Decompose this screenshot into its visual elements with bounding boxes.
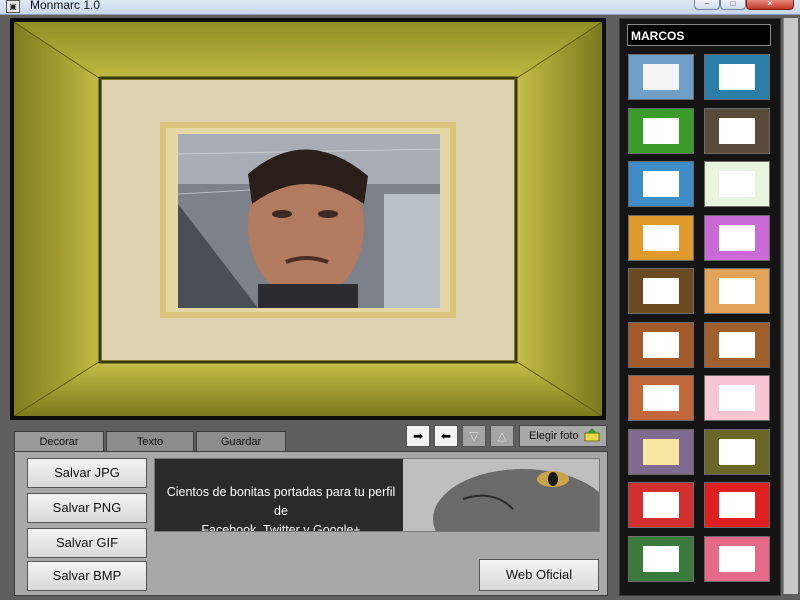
maximize-icon: □ bbox=[730, 0, 736, 8]
frame-thumbnail-photo-area bbox=[643, 278, 679, 304]
tab-texto[interactable]: Texto bbox=[106, 431, 194, 452]
frame-thumbnail-dark-wood[interactable] bbox=[704, 107, 770, 154]
frame-thumbnail-gold-ornate[interactable] bbox=[628, 268, 694, 314]
frame-thumbnail-photo-area bbox=[643, 171, 679, 197]
move-right-button[interactable]: ➡ bbox=[406, 425, 430, 447]
title-bar: ▣ Monmarc 1.0 – □ ✕ bbox=[0, 0, 800, 15]
frame-thumbnail-hearts[interactable] bbox=[704, 375, 770, 421]
arrow-left-icon: ⬅ bbox=[440, 429, 452, 443]
save-jpg-button[interactable]: Salvar JPG bbox=[27, 458, 147, 488]
frame-thumbnail-photo-area bbox=[719, 385, 755, 411]
frame-thumbnail-green-leaves[interactable] bbox=[704, 161, 770, 207]
sidebar-title: MARCOS bbox=[627, 24, 771, 46]
arrow-right-icon: ➡ bbox=[412, 429, 424, 443]
choose-photo-label: Elegir foto bbox=[529, 430, 579, 442]
minimize-button[interactable]: – bbox=[694, 0, 720, 10]
frame-thumbnail-photo-area bbox=[643, 438, 679, 465]
frame-thumbnail-photo-area bbox=[719, 64, 755, 90]
frames-sidebar: MARCOS bbox=[619, 18, 781, 596]
frame-thumbnail-brown-wood[interactable] bbox=[704, 321, 770, 368]
cat-photo bbox=[403, 459, 599, 531]
frame-thumbnail-olive-gold[interactable] bbox=[704, 428, 770, 475]
maximize-button[interactable]: □ bbox=[720, 0, 746, 10]
save-png-button[interactable]: Salvar PNG bbox=[27, 493, 147, 523]
app-icon: ▣ bbox=[6, 0, 20, 13]
frame-thumbnail-oval-wreath[interactable] bbox=[628, 54, 694, 100]
move-up-button[interactable]: △ bbox=[490, 425, 514, 447]
banner-line-2: Facebook, Twitter y Google+ bbox=[201, 523, 361, 532]
frame-thumbnail-orange[interactable] bbox=[628, 214, 694, 261]
frame-thumbnail-photo-area bbox=[719, 331, 755, 358]
vertical-scrollbar[interactable] bbox=[783, 18, 798, 594]
frame-thumbnail-photo-area bbox=[643, 545, 679, 572]
save-panel: Salvar JPG Salvar PNG Salvar GIF Salvar … bbox=[14, 451, 608, 596]
upload-photo-icon bbox=[584, 428, 600, 442]
frame-thumbnail-vintage-paper[interactable] bbox=[628, 375, 694, 421]
minimize-icon: – bbox=[704, 0, 710, 8]
frame-thumbnail-photo-area bbox=[719, 438, 755, 465]
choose-photo-button[interactable]: Elegir foto bbox=[519, 425, 607, 447]
promo-banner[interactable]: Cientos de bonitas portadas para tu perf… bbox=[154, 458, 600, 532]
frame-thumbnail-photo-area bbox=[643, 385, 679, 411]
frame-thumbnail-photo-area bbox=[643, 117, 679, 144]
close-icon: ✕ bbox=[766, 0, 774, 8]
frame-thumbnail-photo-area bbox=[719, 278, 755, 304]
frame-thumbnail-blue-border[interactable] bbox=[704, 54, 770, 100]
frame-thumbnail-love[interactable] bbox=[704, 214, 770, 261]
frame-thumbnail-photo-area bbox=[719, 545, 755, 572]
frame-thumbnail-blue-light[interactable] bbox=[628, 161, 694, 207]
frame-thumbnail-roses[interactable] bbox=[704, 535, 770, 582]
save-gif-button[interactable]: Salvar GIF bbox=[27, 528, 147, 558]
frame-thumbnail-photo-area bbox=[643, 64, 679, 90]
move-left-button[interactable]: ⬅ bbox=[434, 425, 458, 447]
close-button[interactable]: ✕ bbox=[746, 0, 794, 10]
frame-thumbnail-photo-area bbox=[719, 224, 755, 251]
frame-thumbnail-photo-area bbox=[719, 492, 755, 518]
banner-line-1: Cientos de bonitas portadas para tu perf… bbox=[166, 485, 396, 518]
official-website-button[interactable]: Web Oficial bbox=[479, 559, 599, 591]
frame-thumbnail-autumn[interactable] bbox=[704, 268, 770, 314]
triangle-down-icon: ▽ bbox=[469, 429, 479, 443]
frame-thumbnail-photo-area bbox=[643, 331, 679, 358]
user-photo[interactable] bbox=[178, 134, 440, 308]
tab-decorar[interactable]: Decorar bbox=[14, 431, 104, 452]
frame-thumbnail-red-floral[interactable] bbox=[628, 482, 694, 528]
frame-thumbnail-green-cactus[interactable] bbox=[628, 107, 694, 154]
frame-thumbnail-note-paper[interactable] bbox=[628, 428, 694, 475]
frame-thumbnail-photo-area bbox=[643, 224, 679, 251]
wooden-frame bbox=[14, 22, 602, 416]
window-title: Monmarc 1.0 bbox=[30, 0, 101, 12]
frame-thumbnail-photo-area bbox=[643, 492, 679, 518]
frame-thumbnail-colorful[interactable] bbox=[628, 535, 694, 582]
save-bmp-button[interactable]: Salvar BMP bbox=[27, 561, 147, 591]
frame-thumbnail-danger-sign[interactable] bbox=[704, 482, 770, 528]
triangle-up-icon: △ bbox=[497, 429, 507, 443]
frame-canvas[interactable] bbox=[10, 18, 606, 420]
frame-thumbnail-photo-area bbox=[719, 117, 755, 144]
frame-thumbnail-photo-area bbox=[719, 171, 755, 197]
frame-thumbnail-rust-wood[interactable] bbox=[628, 321, 694, 368]
tab-guardar[interactable]: Guardar bbox=[196, 431, 286, 452]
banner-text: Cientos de bonitas portadas para tu perf… bbox=[159, 483, 403, 532]
move-down-button[interactable]: ▽ bbox=[462, 425, 486, 447]
